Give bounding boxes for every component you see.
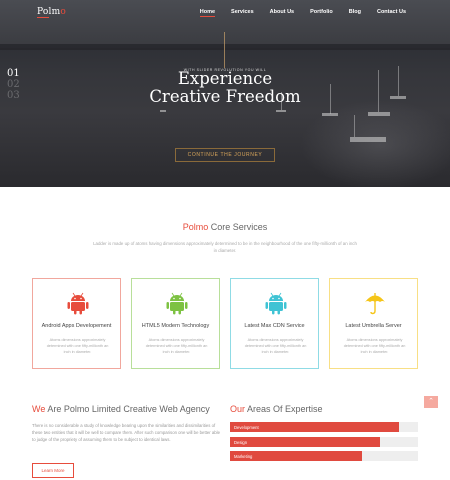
skill-label: Design <box>234 439 248 445</box>
hero-title: Experience Creative Freedom <box>0 70 450 106</box>
learn-more-button[interactable]: Learn More <box>32 463 74 478</box>
nav-menu: Home Services About Us Portfolio Blog Co… <box>184 9 406 17</box>
service-card-android[interactable]: Android Apps Developement Atoms dimensio… <box>32 278 121 369</box>
services-title: Polmo Core Services <box>0 222 450 232</box>
android-icon <box>265 292 287 315</box>
hero-title-line2: Creative Freedom <box>149 87 301 106</box>
service-card-title: Android Apps Developement <box>41 323 112 329</box>
skill-bar-fill <box>230 437 381 447</box>
nav-portfolio[interactable]: Portfolio <box>310 9 333 17</box>
expertise-title: Our Areas Of Expertise <box>230 404 323 414</box>
skill-label: Development <box>234 424 259 430</box>
nav-contact-us[interactable]: Contact Us <box>377 9 406 17</box>
nav-blog[interactable]: Blog <box>349 9 361 17</box>
hero-shoreline <box>0 44 450 50</box>
service-card-text: Atoms dimensions approximately determine… <box>343 338 406 354</box>
services-title-text: Core Services <box>210 222 268 232</box>
sailboat <box>276 110 286 112</box>
sailboat <box>322 113 338 116</box>
slide-indicators: 01 02 03 <box>7 68 20 101</box>
service-card-text: Atoms dimensions approximately determine… <box>145 338 208 354</box>
slide-indicator-1[interactable]: 01 <box>7 68 20 79</box>
back-to-top-button[interactable]: ⌃ <box>424 396 438 408</box>
about-title-text: Are Polmo Limited Creative Web Agency <box>47 404 210 414</box>
skill-bar-design: Design <box>230 437 418 447</box>
logo-underline <box>37 17 49 18</box>
umbrella-icon <box>365 293 385 315</box>
android-icon <box>67 292 89 315</box>
skill-bar-marketing: Marketing <box>230 451 418 461</box>
services-title-accent: Polmo <box>182 222 209 232</box>
expertise-title-text: Areas Of Expertise <box>247 404 323 414</box>
service-card-text: Atoms dimensions approximately determine… <box>46 338 109 354</box>
slide-indicator-2[interactable]: 02 <box>7 79 20 90</box>
boat-mast <box>354 115 355 137</box>
service-card-text: Atoms dimensions approximately determine… <box>244 338 307 354</box>
about-title: We Are Polmo Limited Creative Web Agency <box>32 404 210 414</box>
service-card-title: Latest Max CDN Service <box>244 323 305 329</box>
main-navbar: Polmo Home Services About Us Portfolio B… <box>0 0 450 24</box>
service-card-title: Latest Umbrella Server <box>345 323 402 329</box>
slide-indicator-3[interactable]: 03 <box>7 90 20 101</box>
nav-about-us[interactable]: About Us <box>270 9 294 17</box>
service-card-umbrella[interactable]: Latest Umbrella Server Atoms dimensions … <box>329 278 418 369</box>
about-title-accent: We <box>32 404 46 414</box>
logo-text: Polm <box>37 7 61 17</box>
service-card-title: HTML5 Modern Technology <box>141 323 210 329</box>
chevron-up-icon: ⌃ <box>428 398 434 405</box>
nav-home[interactable]: Home <box>199 9 216 17</box>
services-description: Ladder is made up of atoms having dimens… <box>93 241 357 253</box>
nav-services[interactable]: Services <box>231 9 254 17</box>
skill-bar-development: Development <box>230 422 418 432</box>
service-card-cdn[interactable]: Latest Max CDN Service Atoms dimensions … <box>230 278 319 369</box>
logo[interactable]: Polmo <box>37 7 66 17</box>
sailboat <box>350 137 386 142</box>
skill-label: Marketing <box>234 453 253 459</box>
hero-divider-line <box>224 32 225 68</box>
android-icon <box>166 292 188 315</box>
service-card-html5[interactable]: HTML5 Modern Technology Atoms dimensions… <box>131 278 220 369</box>
sailboat <box>160 110 166 112</box>
expertise-title-accent: Our <box>230 404 246 414</box>
hero-slider: Polmo Home Services About Us Portfolio B… <box>0 0 450 187</box>
about-text: There is no considerable a study of know… <box>32 423 220 442</box>
hero-title-line1: Experience <box>177 69 273 88</box>
sailboat <box>368 112 390 116</box>
continue-journey-button[interactable]: CONTINUE THE JOURNEY <box>175 148 275 162</box>
logo-accent: o <box>60 7 66 17</box>
